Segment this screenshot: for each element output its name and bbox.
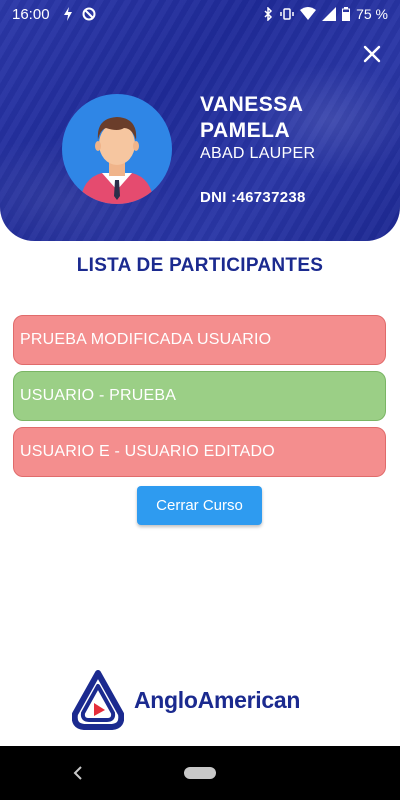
user-dni: DNI :46737238: [200, 189, 306, 206]
user-last-names: ABAD LAUPER: [200, 145, 316, 162]
avatar: [62, 94, 172, 204]
close-button[interactable]: [360, 42, 384, 66]
anglo-american-logo: AngloAmerican: [72, 670, 342, 730]
user-first-names: VANESSA PAMELA: [200, 93, 303, 142]
flash-icon: [63, 7, 72, 21]
profile-header: 16:00 75 % VANESSA PAMELA ABAD LAUPER DN…: [0, 0, 400, 241]
system-nav-bar: [0, 746, 400, 800]
close-course-button[interactable]: Cerrar Curso: [137, 486, 262, 525]
anglo-american-emblem-icon: [72, 670, 124, 730]
participant-name: USUARIO - PRUEBA: [20, 387, 177, 404]
vibrate-icon: [280, 8, 294, 20]
participant-item[interactable]: USUARIO E - USUARIO EDITADO: [13, 427, 386, 477]
battery-percent: 75 %: [356, 6, 388, 22]
signal-icon: [322, 7, 337, 21]
do-not-disturb-icon: [82, 7, 96, 21]
user-avatar-icon: [80, 117, 154, 204]
status-bar: 16:00 75 %: [0, 0, 400, 28]
participant-list: PRUEBA MODIFICADA USUARIO USUARIO - PRUE…: [13, 315, 386, 483]
bluetooth-icon: [264, 7, 273, 21]
participant-name: USUARIO E - USUARIO EDITADO: [20, 443, 275, 460]
participant-item[interactable]: USUARIO - PRUEBA: [13, 371, 386, 421]
status-time: 16:00: [12, 5, 50, 23]
wifi-icon: [300, 7, 317, 20]
back-chevron-icon[interactable]: [70, 764, 86, 782]
home-pill[interactable]: [184, 767, 216, 779]
page-title: LISTA DE PARTICIPANTES: [76, 255, 324, 276]
participant-name: PRUEBA MODIFICADA USUARIO: [20, 331, 272, 348]
participant-item[interactable]: PRUEBA MODIFICADA USUARIO: [13, 315, 386, 365]
close-icon: [363, 45, 381, 63]
logo-wordmark: AngloAmerican: [134, 686, 301, 713]
battery-icon: [342, 7, 351, 21]
